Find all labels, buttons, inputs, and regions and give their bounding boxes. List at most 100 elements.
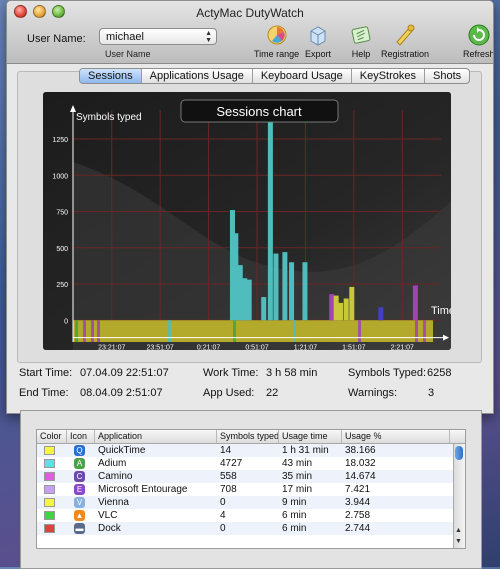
chart-activity-stripe: [97, 320, 100, 342]
icon-cell: Q: [67, 444, 95, 457]
sessions-chart-svg: 0 250 500 750 1000 1250 23:21:07 23:51:07 0:21:…: [43, 92, 451, 350]
color-cell: [37, 444, 67, 457]
title-bar: ActyMac DutyWatch User Name: michael ▲ ▼ …: [7, 1, 493, 64]
applications-panel: Color Icon Application Symbols typed Usa…: [20, 410, 482, 569]
adium-icon: A: [74, 458, 85, 469]
chart-bar: [378, 307, 384, 321]
application-name: Adium: [98, 458, 127, 469]
content-panel: Sessions Applications Usage Keyboard Usa…: [17, 68, 482, 363]
refresh-label: Refresh: [463, 49, 494, 59]
chart-activity-stripe: [91, 320, 94, 342]
chart-baseline-band-fill: [73, 320, 433, 342]
color-swatch: [44, 524, 55, 533]
usage-time-cell: 9 min: [282, 497, 307, 508]
start-time-value: 07.04.09 22:51:07: [80, 367, 169, 379]
user-name-select[interactable]: michael ▲ ▼: [99, 28, 217, 45]
color-cell: [37, 522, 67, 535]
end-time-value: 08.04.09 2:51:07: [80, 387, 163, 399]
table-row[interactable]: ▲ VLC 4 6 min 2.758: [37, 509, 465, 522]
tab-applications-usage[interactable]: Applications Usage: [142, 69, 253, 83]
chart-bar: [233, 233, 239, 321]
column-header-icon[interactable]: Icon: [67, 430, 95, 443]
color-cell: [37, 509, 67, 522]
chart-activity-stripe: [293, 320, 296, 342]
registration-button[interactable]: Registration: [381, 23, 429, 59]
quicktime-icon: Q: [74, 445, 85, 456]
symbols-typed-cell: 0: [220, 523, 226, 534]
registration-label: Registration: [381, 49, 430, 59]
chart-y-tick-label: 1000: [52, 173, 68, 180]
export-label: Export: [305, 49, 332, 59]
chart-activity-stripe: [423, 320, 426, 342]
table-row[interactable]: Q QuickTime 14 1 h 31 min 38.166: [37, 444, 465, 457]
column-header-usage-time[interactable]: Usage time: [279, 430, 342, 443]
main-window: ActyMac DutyWatch User Name: michael ▲ ▼ …: [6, 0, 494, 414]
symbols-typed-cell: 4727: [220, 458, 243, 469]
table-row[interactable]: V Vienna 0 9 min 3.944: [37, 496, 465, 509]
column-header-symbols-typed[interactable]: Symbols typed: [217, 430, 279, 443]
table-row[interactable]: A Adium 4727 43 min 18.032: [37, 457, 465, 470]
chart-bar: [242, 278, 248, 321]
applications-table: Color Icon Application Symbols typed Usa…: [36, 429, 466, 549]
tab-sessions[interactable]: Sessions: [80, 69, 142, 83]
color-cell: [37, 470, 67, 483]
usage-time-cell: 6 min: [282, 510, 307, 521]
column-header-usage-percent[interactable]: Usage %: [342, 430, 450, 443]
table-row[interactable]: ▬ Dock 0 6 min 2.744: [37, 522, 465, 535]
icon-cell: C: [67, 470, 95, 483]
usage-time-cell: 17 min: [282, 484, 313, 495]
scroll-down-arrow-icon[interactable]: ▼: [455, 538, 462, 545]
tab-keyboard-usage[interactable]: Keyboard Usage: [253, 69, 352, 83]
work-time-value: 3 h 58 min: [266, 367, 318, 379]
time-range-label: Time range: [254, 49, 300, 59]
color-swatch: [44, 472, 55, 481]
vienna-icon: V: [74, 497, 85, 508]
column-header-color[interactable]: Color: [37, 430, 67, 443]
table-vertical-scrollbar[interactable]: ▲ ▼: [453, 444, 465, 548]
color-cell: [37, 496, 67, 509]
usage-percent-cell: 14.674: [345, 471, 376, 482]
icon-cell: V: [67, 496, 95, 509]
chart-bar: [302, 262, 308, 321]
tab-keystrokes[interactable]: KeyStrokes: [352, 69, 426, 83]
chart-bar: [412, 285, 418, 321]
chart-title: Sessions chart: [216, 104, 302, 119]
scroll-up-arrow-icon[interactable]: ▲: [455, 527, 462, 534]
table-row[interactable]: E Microsoft Entourage 708 17 min 7.421: [37, 483, 465, 496]
registration-icon: [396, 24, 415, 46]
table-header: Color Icon Application Symbols typed Usa…: [37, 430, 465, 444]
chart-activity-stripe: [168, 320, 171, 342]
help-button[interactable]: Help: [348, 23, 374, 59]
refresh-icon: [468, 24, 490, 46]
usage-percent-cell: 2.744: [345, 523, 371, 534]
apps-used-value: 22: [266, 387, 279, 399]
table-row[interactable]: C Camino 558 35 min 14.674: [37, 470, 465, 483]
usage-percent-cell: 18.032: [345, 458, 376, 469]
tab-shots[interactable]: Shots: [425, 69, 469, 83]
export-button[interactable]: Export: [305, 23, 331, 59]
chart-bar: [349, 286, 355, 321]
start-time-label: Start Time:: [19, 367, 73, 379]
time-range-button[interactable]: Time range: [254, 23, 299, 59]
chart-bar: [333, 295, 339, 321]
chart-activity-stripe: [415, 320, 418, 342]
chart-y-tick-label: 500: [56, 246, 68, 253]
color-cell: [37, 483, 67, 496]
color-swatch: [44, 511, 55, 520]
application-name: Microsoft Entourage: [98, 484, 188, 495]
refresh-button[interactable]: Refresh: [463, 23, 494, 59]
icon-cell: ▲: [67, 509, 95, 522]
usage-percent-cell: 7.421: [345, 484, 371, 495]
symbols-typed-cell: 0: [220, 497, 226, 508]
table-scroll-thumb[interactable]: [455, 446, 463, 460]
column-header-application[interactable]: Application: [95, 430, 217, 443]
vlc-icon: ▲: [74, 510, 85, 521]
application-name: Camino: [98, 471, 133, 482]
user-name-value: michael: [106, 31, 144, 43]
select-arrows-icon: ▲ ▼: [205, 30, 212, 44]
help-icon: [351, 26, 371, 44]
symbols-typed-cell: 708: [220, 484, 237, 495]
symbols-typed-cell: 558: [220, 471, 237, 482]
chart-bar: [343, 298, 349, 321]
application-name: Dock: [98, 523, 121, 534]
